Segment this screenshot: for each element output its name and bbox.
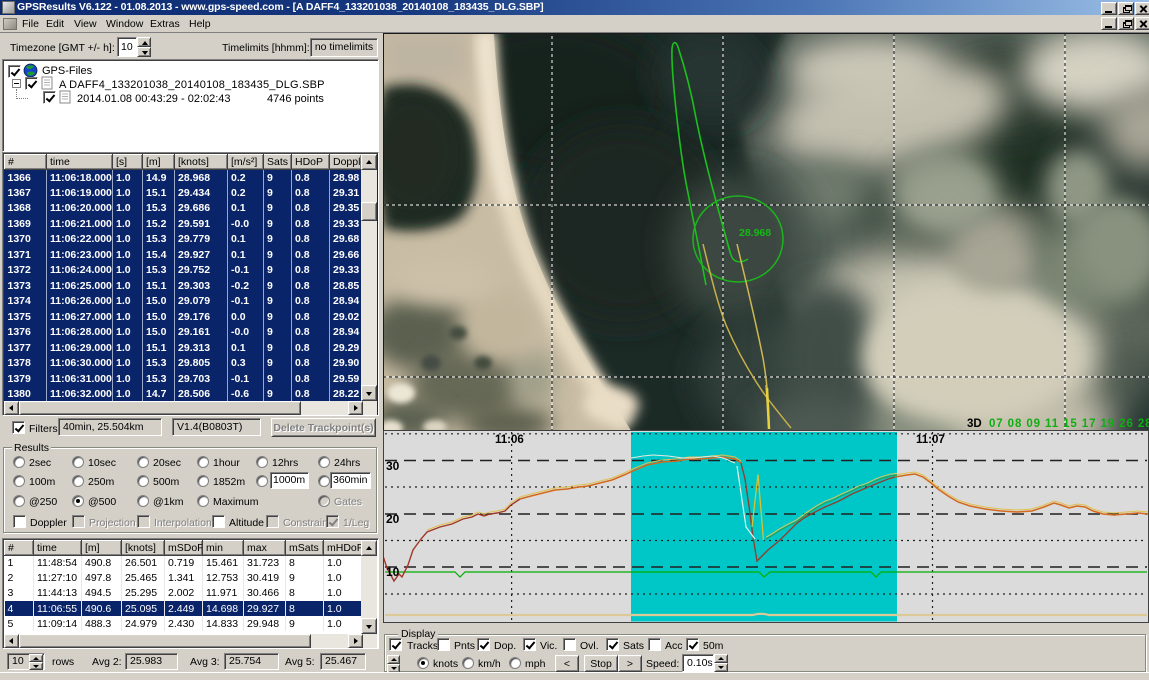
svg-text:07 08 09 11 15 17 19 26 28: 07 08 09 11 15 17 19 26 28 [989,418,1149,430]
svg-text:11:06: 11:06 [495,434,524,446]
svg-text:11:07: 11:07 [916,434,945,446]
svg-text:28.968: 28.968 [739,227,771,239]
svg-text:3D: 3D [967,418,982,430]
svg-text:20: 20 [386,512,400,526]
svg-text:30: 30 [386,459,400,473]
svg-text:10: 10 [386,565,400,579]
